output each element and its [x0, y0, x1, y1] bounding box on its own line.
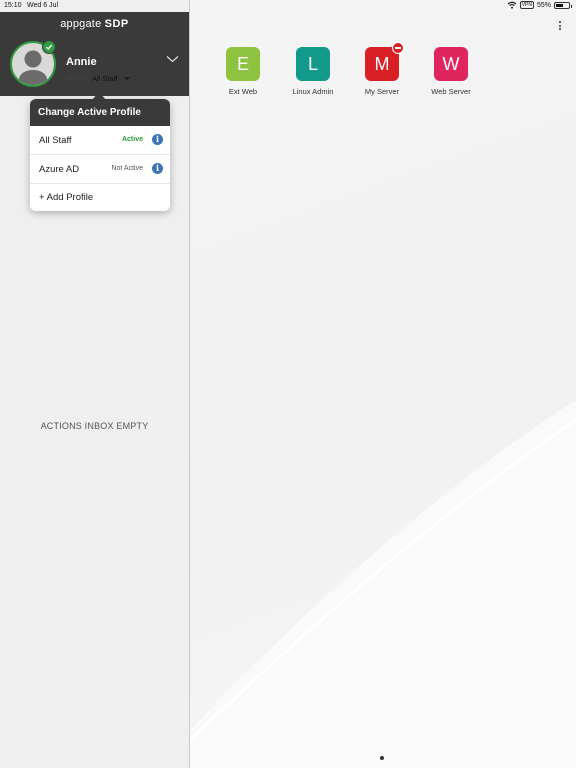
change-profile-popover: Change Active Profile All Staff Active i…	[30, 92, 170, 211]
status-time: 15:10	[4, 2, 22, 9]
profile-label: Profile:	[67, 74, 91, 83]
battery-icon	[554, 1, 572, 9]
profile-name: All Staff	[39, 135, 72, 146]
app-icon-letter: L	[296, 47, 330, 81]
profile-row-azure-ad[interactable]: Azure AD Not Active i	[30, 155, 170, 184]
app-tile-web-server[interactable]: W Web Server	[421, 47, 481, 96]
app-tile-my-server[interactable]: M My Server	[352, 42, 412, 96]
brand-logo: appgate SDP	[0, 18, 189, 30]
app-label: Linux Admin	[292, 87, 334, 96]
main-area: E Ext Web L Linux Admin M My Server W We…	[190, 0, 576, 768]
page-indicator-dot[interactable]	[380, 756, 384, 760]
brand-name: appgate	[60, 18, 102, 30]
caret-down-icon	[123, 77, 130, 82]
status-bar: 15:10 Wed 6 Jul VPN 55%	[0, 0, 576, 12]
popover-title: Change Active Profile	[30, 99, 170, 126]
app-icon-letter: W	[434, 47, 468, 81]
status-date: Wed 6 Jul	[27, 2, 58, 9]
app-tile-linux-admin[interactable]: L Linux Admin	[283, 47, 343, 96]
battery-percent: 55%	[536, 1, 551, 9]
app-label: Web Server	[431, 87, 471, 96]
popover-arrow	[92, 92, 106, 100]
sidebar-header: appgate SDP Annie	[0, 12, 189, 96]
info-icon[interactable]: i	[152, 163, 163, 174]
wifi-icon	[507, 1, 517, 9]
app-icon-letter: M	[374, 54, 390, 74]
app-icon-letter: E	[226, 47, 260, 81]
info-icon[interactable]: i	[152, 134, 163, 145]
more-options-icon[interactable]	[559, 21, 562, 32]
chevron-down-icon[interactable]	[166, 55, 179, 63]
actions-inbox-empty: ACTIONS INBOX EMPTY	[40, 421, 149, 431]
remove-badge-icon[interactable]	[392, 42, 404, 54]
profile-value: All Staff	[92, 74, 118, 83]
app-label: Ext Web	[228, 87, 258, 96]
app-label: My Server	[364, 87, 400, 96]
background-swoosh	[190, 400, 576, 768]
app-icon-wrapper: M	[365, 42, 404, 81]
add-profile-button[interactable]: + Add Profile	[39, 192, 93, 203]
brand-suffix: SDP	[104, 18, 129, 30]
profile-name: Azure AD	[39, 164, 80, 175]
profile-row-all-staff[interactable]: All Staff Active i	[30, 126, 170, 155]
profile-status: Active	[121, 136, 143, 143]
status-indicators: VPN 55%	[507, 1, 572, 9]
profile-status: Not Active	[111, 165, 143, 172]
vpn-badge: VPN	[519, 1, 534, 9]
sidebar: appgate SDP Annie Profile: All Staff Cha…	[0, 0, 190, 768]
connected-check-icon	[42, 40, 56, 54]
profile-selector[interactable]: Profile: All Staff	[67, 74, 130, 83]
app-tile-ext-web[interactable]: E Ext Web	[213, 47, 273, 96]
user-name: Annie	[66, 56, 97, 68]
